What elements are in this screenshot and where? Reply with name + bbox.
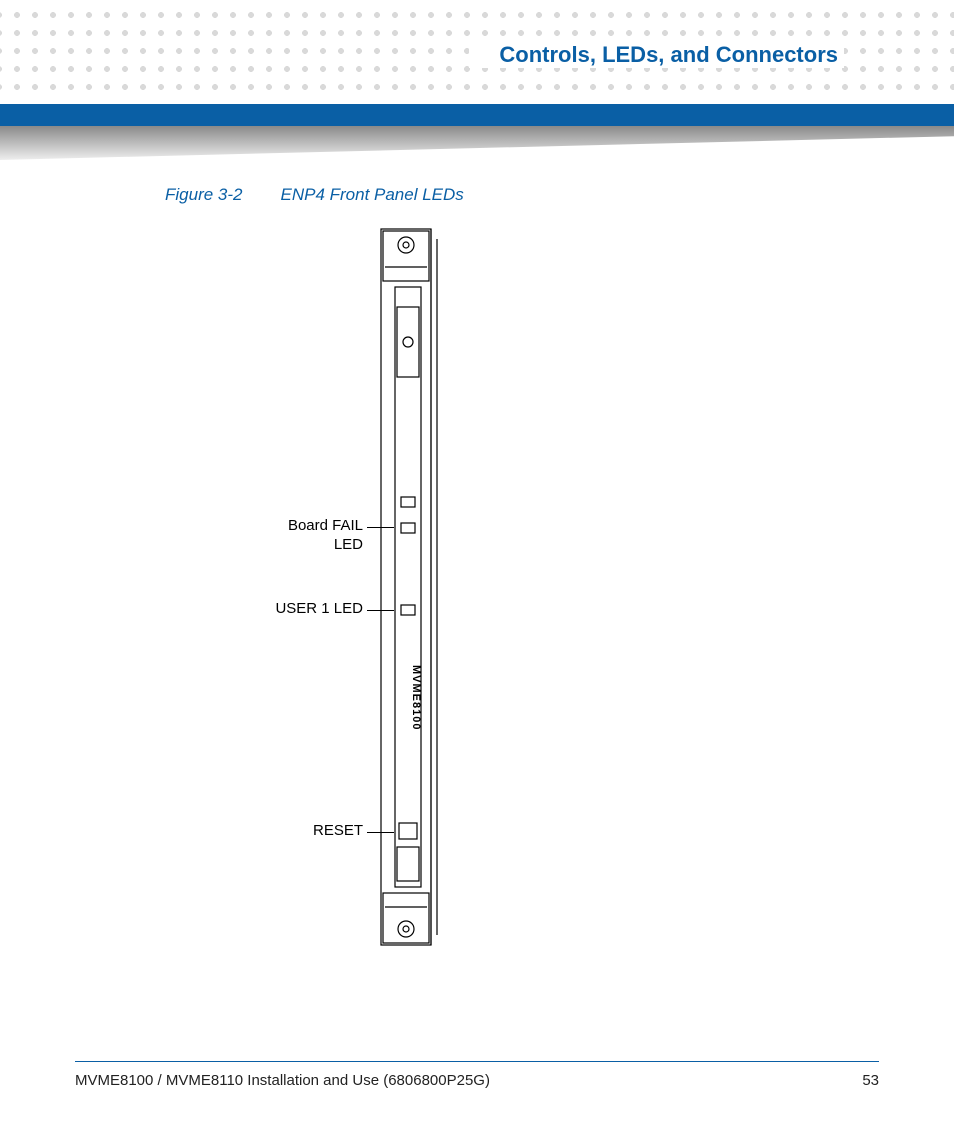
callout-user1-led: USER 1 LED (263, 600, 363, 619)
footer-doc-title: MVME8100 / MVME8110 Installation and Use… (75, 1072, 490, 1089)
section-title: Controls, LEDs, and Connectors (469, 42, 844, 68)
front-panel-drawing (375, 227, 455, 947)
figure-caption: Figure 3-2 ENP4 Front Panel LEDs (165, 185, 464, 205)
figure-diagram: Board FAIL LED USER 1 LED RESET (255, 227, 685, 947)
callout-board-fail-led: Board FAIL LED (263, 517, 363, 555)
footer-page-number: 53 (862, 1072, 879, 1089)
page-footer: MVME8100 / MVME8110 Installation and Use… (75, 1061, 879, 1089)
figure-ref: Figure 3-2 (165, 185, 242, 204)
figure-title: ENP4 Front Panel LEDs (280, 185, 463, 204)
callout-reset: RESET (263, 822, 363, 841)
header-blue-bar (0, 104, 954, 126)
page-content: Figure 3-2 ENP4 Front Panel LEDs Board FA… (0, 185, 954, 1045)
header-gray-wedge (0, 126, 954, 160)
board-model-label: MVME8100 (410, 665, 422, 730)
footer-rule (75, 1061, 879, 1062)
